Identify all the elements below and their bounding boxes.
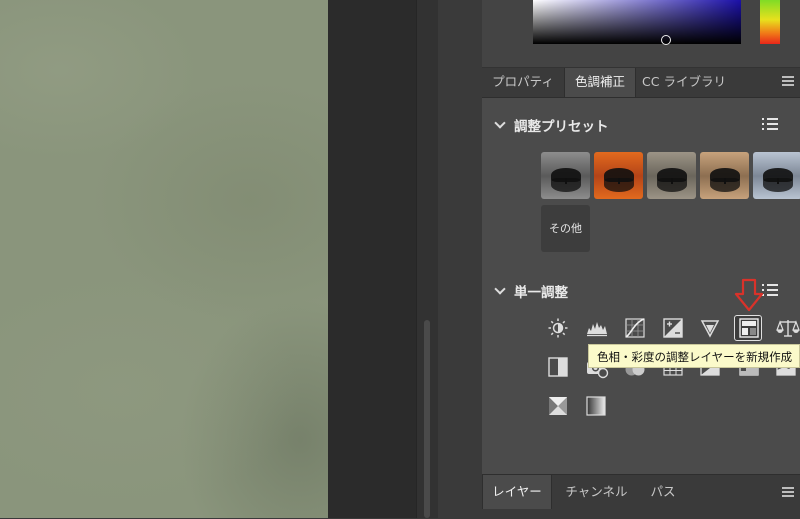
levels-icon[interactable]: [583, 317, 609, 339]
tab-adjustments[interactable]: 色調補正: [564, 68, 636, 97]
color-gamut-strip[interactable]: [760, 0, 780, 44]
single-adjustments-header: 単一調整: [494, 281, 568, 301]
chevron-down-icon[interactable]: [494, 117, 506, 129]
curves-icon[interactable]: [622, 317, 648, 339]
adjustments-panel: プロパティ 色調補正 CC ライブラリ 調整プリセット その他 単一調整 レイヤ…: [482, 0, 800, 519]
other-presets-button[interactable]: その他: [541, 205, 590, 252]
canvas-scrollbar[interactable]: [416, 0, 439, 518]
preset-thumb-3[interactable]: [647, 152, 696, 199]
pasteboard-area: [328, 0, 416, 518]
document-canvas[interactable]: [0, 0, 328, 518]
preset-thumb-4[interactable]: [700, 152, 749, 199]
black-white-icon[interactable]: [545, 356, 571, 378]
panel-menu-icon[interactable]: [782, 76, 794, 86]
presets-title: 調整プリセット: [514, 119, 609, 135]
tab-cc-libraries[interactable]: CC ライブラリ: [635, 68, 733, 97]
selective-color-icon[interactable]: [545, 395, 571, 417]
annotation-arrow-icon: [734, 278, 764, 312]
chevron-down-icon[interactable]: [494, 283, 506, 295]
color-balance-icon[interactable]: [773, 317, 800, 339]
gradient-map-icon[interactable]: [583, 395, 609, 417]
color-picker-circle[interactable]: [661, 35, 671, 45]
list-view-icon[interactable]: [762, 118, 778, 132]
preset-thumb-1[interactable]: [541, 152, 590, 199]
tab-properties[interactable]: プロパティ: [482, 68, 564, 97]
tab-paths[interactable]: パス: [642, 475, 684, 509]
preset-thumb-5[interactable]: [753, 152, 800, 199]
brightness-contrast-icon[interactable]: [545, 317, 571, 339]
vibrance-icon[interactable]: [697, 317, 723, 339]
tooltip: 色相・彩度の調整レイヤーを新規作成: [588, 344, 800, 368]
scrollbar-thumb[interactable]: [424, 320, 430, 518]
list-view-icon[interactable]: [762, 284, 778, 298]
color-picker-panel: [482, 0, 800, 68]
right-panel-dock: プロパティ 色調補正 CC ライブラリ 調整プリセット その他 単一調整 レイヤ…: [438, 0, 800, 519]
single-adjustments-title: 単一調整: [514, 285, 568, 301]
presets-header: 調整プリセット: [494, 115, 609, 135]
color-field[interactable]: [533, 0, 741, 45]
exposure-icon[interactable]: [660, 317, 686, 339]
panel-tabs: プロパティ 色調補正 CC ライブラリ: [482, 68, 800, 98]
layers-panel-tabs: レイヤー チャンネル パス: [482, 474, 800, 519]
hue-saturation-icon[interactable]: [736, 317, 762, 339]
panel-menu-icon[interactable]: [782, 487, 794, 497]
preset-thumb-2[interactable]: [594, 152, 643, 199]
tab-layers[interactable]: レイヤー: [482, 475, 552, 509]
tab-channels[interactable]: チャンネル: [551, 475, 642, 509]
